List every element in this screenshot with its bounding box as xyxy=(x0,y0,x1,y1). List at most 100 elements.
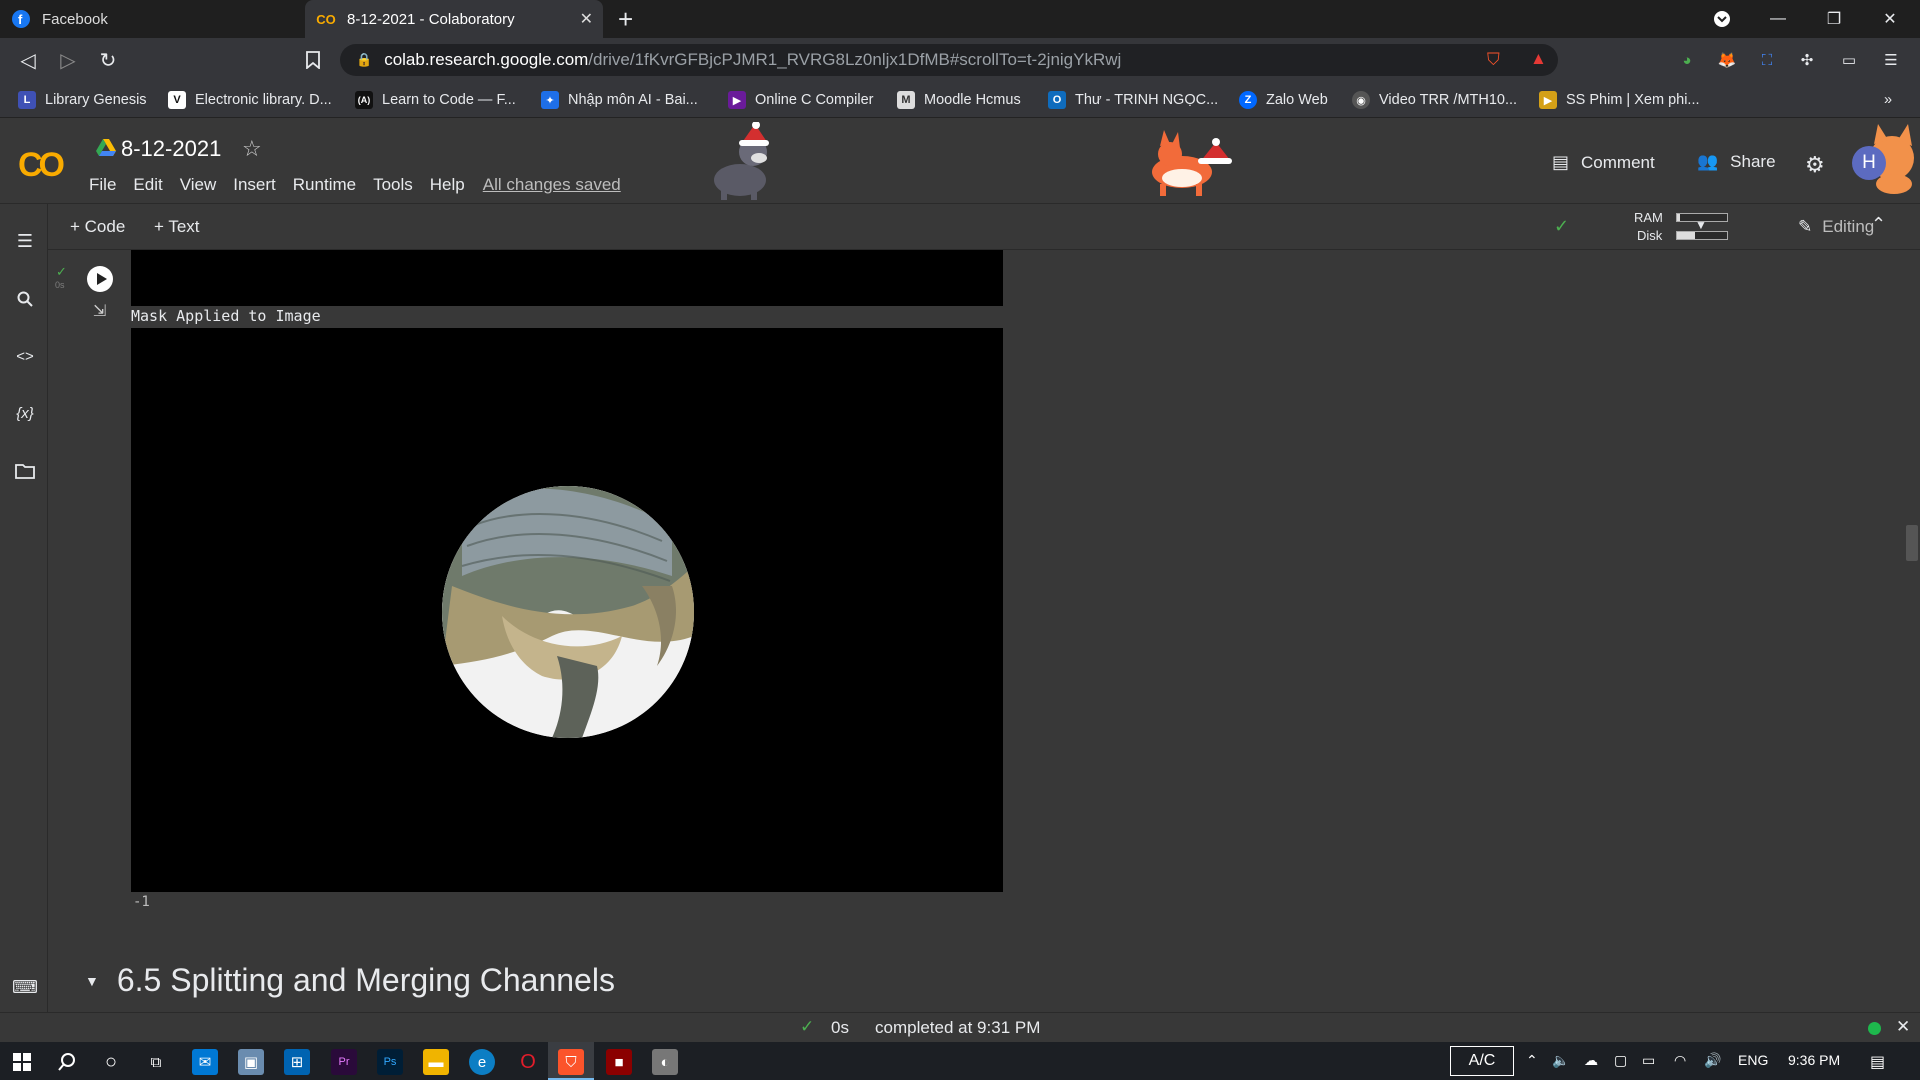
extension-chrome-icon[interactable]: ◕ xyxy=(1676,49,1698,71)
files-folder-icon[interactable] xyxy=(14,460,36,482)
tab-search-icon[interactable] xyxy=(1694,0,1750,38)
bookmark-moodle[interactable]: M Moodle Hcmus xyxy=(897,90,1021,110)
photos-icon[interactable]: ▣ xyxy=(238,1049,264,1075)
battery-icon[interactable]: ▭ xyxy=(1642,1052,1655,1069)
metamask-icon[interactable]: 🦊 xyxy=(1716,49,1738,71)
notebook-toolbar: + Code + Text ✓ RAM Disk ▼ ✎ Editing ⌃ xyxy=(48,204,1920,250)
back-icon[interactable]: ◁ xyxy=(16,48,40,72)
windows-start-icon[interactable] xyxy=(9,1049,35,1075)
section-heading[interactable]: ▼ 6.5 Splitting and Merging Channels xyxy=(85,962,615,999)
meet-now-icon[interactable]: ▢ xyxy=(1614,1052,1627,1069)
editing-mode-button[interactable]: ✎ Editing xyxy=(1798,217,1874,237)
brave-shield-icon[interactable]: ⛉ xyxy=(1487,50,1500,70)
resources-dropdown-icon[interactable]: ▼ xyxy=(1695,218,1707,232)
edge-icon[interactable]: e xyxy=(469,1049,495,1075)
share-button[interactable]: 👥 Share xyxy=(1697,152,1776,172)
table-of-contents-icon[interactable]: ☰ xyxy=(14,230,36,252)
brave-rewards-icon[interactable]: ▲ xyxy=(1530,49,1547,69)
ac-indicator[interactable]: A/C xyxy=(1450,1046,1514,1076)
add-code-button[interactable]: + Code xyxy=(70,217,125,237)
cell-exec-time: 0s xyxy=(55,280,65,290)
tab-colaboratory[interactable]: CO 8-12-2021 - Colaboratory ✕ xyxy=(305,0,603,38)
bookmark-nhap-mon-ai[interactable]: ✦ Nhập môn AI - Bai... xyxy=(541,90,698,110)
store-icon[interactable]: ⊞ xyxy=(284,1049,310,1075)
comment-icon: ▤ xyxy=(1552,152,1570,172)
menu-tools[interactable]: Tools xyxy=(373,175,413,195)
menu-insert[interactable]: Insert xyxy=(233,175,276,195)
bookmark-ss-phim[interactable]: ▶ SS Phim | Xem phi... xyxy=(1539,90,1700,110)
freecodecamp-icon: (A) xyxy=(355,91,373,109)
opera-icon[interactable]: O xyxy=(515,1049,541,1075)
premiere-icon[interactable]: Pr xyxy=(331,1049,357,1075)
translate-icon[interactable]: ⛶ xyxy=(1756,49,1778,71)
close-window-icon[interactable]: ✕ xyxy=(1862,0,1918,38)
notifications-icon[interactable]: ▤ xyxy=(1870,1052,1885,1072)
variables-icon[interactable]: {x} xyxy=(14,402,36,424)
tab-facebook[interactable]: f Facebook xyxy=(0,0,300,38)
bookmark-online-c-compiler[interactable]: ▶ Online C Compiler xyxy=(728,90,873,110)
cortana-icon[interactable]: ○ xyxy=(98,1049,124,1075)
save-status[interactable]: All changes saved xyxy=(483,175,621,195)
browser-tab-strip: f Facebook CO 8-12-2021 - Colaboratory ✕… xyxy=(0,0,1920,38)
forward-icon[interactable]: ▷ xyxy=(56,48,80,72)
media-app-icon[interactable]: ■ xyxy=(606,1049,632,1075)
bookmark-video-trr[interactable]: ◉ Video TRR /MTH10... xyxy=(1352,90,1517,110)
corgi-santa-mascot xyxy=(1152,130,1232,196)
ram-bar-fill xyxy=(1677,214,1680,221)
minimize-icon[interactable]: — xyxy=(1750,0,1806,38)
bookmark-electronic-library[interactable]: V Electronic library. D... xyxy=(168,90,332,110)
task-view-icon[interactable]: ⧉ xyxy=(143,1049,169,1075)
close-tab-icon[interactable]: ✕ xyxy=(580,9,593,29)
turtle-photo xyxy=(442,486,694,738)
more-bookmarks-icon[interactable]: » xyxy=(1884,90,1892,110)
file-explorer-icon[interactable]: ▬ xyxy=(423,1049,449,1075)
new-tab-icon[interactable]: + xyxy=(618,4,633,35)
bookmark-zalo-web[interactable]: Z Zalo Web xyxy=(1239,90,1328,110)
menu-edit[interactable]: Edit xyxy=(133,175,162,195)
clock[interactable]: 9:36 PM xyxy=(1788,1052,1840,1068)
close-status-icon[interactable]: ✕ xyxy=(1896,1017,1910,1037)
brave-icon[interactable]: ⛉ xyxy=(558,1049,584,1075)
onedrive-icon[interactable]: ☁ xyxy=(1584,1052,1598,1069)
code-snippets-icon[interactable]: <> xyxy=(14,345,36,367)
user-avatar[interactable]: H xyxy=(1852,146,1886,180)
electronic-library-icon: V xyxy=(168,91,186,109)
scrollbar-thumb[interactable] xyxy=(1906,525,1918,561)
wallet-icon[interactable]: ▭ xyxy=(1838,49,1860,71)
mail-icon[interactable]: ✉ xyxy=(192,1049,218,1075)
bookmark-freecodecamp[interactable]: (A) Learn to Code — F... xyxy=(355,90,516,110)
taskbar-search-icon[interactable] xyxy=(54,1049,80,1075)
address-bar[interactable]: 🔒 colab.research.google.com/drive/1fKvrG… xyxy=(340,44,1558,76)
notebook-title[interactable]: 8-12-2021 xyxy=(121,136,221,162)
bookmark-outlook-mail[interactable]: O Thư - TRINH NGỌC... xyxy=(1048,90,1218,110)
extensions-puzzle-icon[interactable]: ✣ xyxy=(1796,49,1818,71)
reload-icon[interactable]: ↻ xyxy=(96,48,120,72)
wifi-icon[interactable]: ◠ xyxy=(1674,1052,1686,1069)
colab-logo[interactable]: CO xyxy=(18,146,65,185)
browser-menu-icon[interactable]: ☰ xyxy=(1880,49,1902,71)
add-text-button[interactable]: + Text xyxy=(154,217,200,237)
tray-chevron-icon[interactable]: ⌃ xyxy=(1526,1052,1538,1069)
output-menu-icon[interactable]: ⇲ xyxy=(93,301,106,321)
menu-help[interactable]: Help xyxy=(430,175,465,195)
menu-view[interactable]: View xyxy=(180,175,217,195)
run-cell-button[interactable] xyxy=(87,266,113,292)
terminal-icon[interactable]: ⌨ xyxy=(12,976,38,998)
collapse-header-icon[interactable]: ⌃ xyxy=(1871,214,1886,235)
tray-volume-icon[interactable]: 🔈 xyxy=(1552,1052,1569,1069)
restore-icon[interactable]: ❐ xyxy=(1806,0,1862,38)
settings-gear-icon[interactable]: ⚙ xyxy=(1805,152,1825,178)
menu-file[interactable]: File xyxy=(89,175,116,195)
star-icon[interactable]: ☆ xyxy=(242,136,262,162)
menu-runtime[interactable]: Runtime xyxy=(293,175,356,195)
search-icon[interactable] xyxy=(14,288,36,310)
collapse-caret-icon[interactable]: ▼ xyxy=(85,973,99,989)
game-app-icon[interactable]: ◐ xyxy=(652,1049,678,1075)
bookmark-page-icon[interactable] xyxy=(301,48,325,72)
input-language[interactable]: ENG xyxy=(1738,1052,1768,1068)
comment-button[interactable]: ▤ Comment xyxy=(1552,152,1655,173)
bookmark-library-genesis[interactable]: L Library Genesis xyxy=(18,90,147,110)
photoshop-icon[interactable]: Ps xyxy=(377,1049,403,1075)
speaker-icon[interactable]: 🔊 xyxy=(1704,1052,1721,1069)
circular-mask-region xyxy=(442,486,694,738)
